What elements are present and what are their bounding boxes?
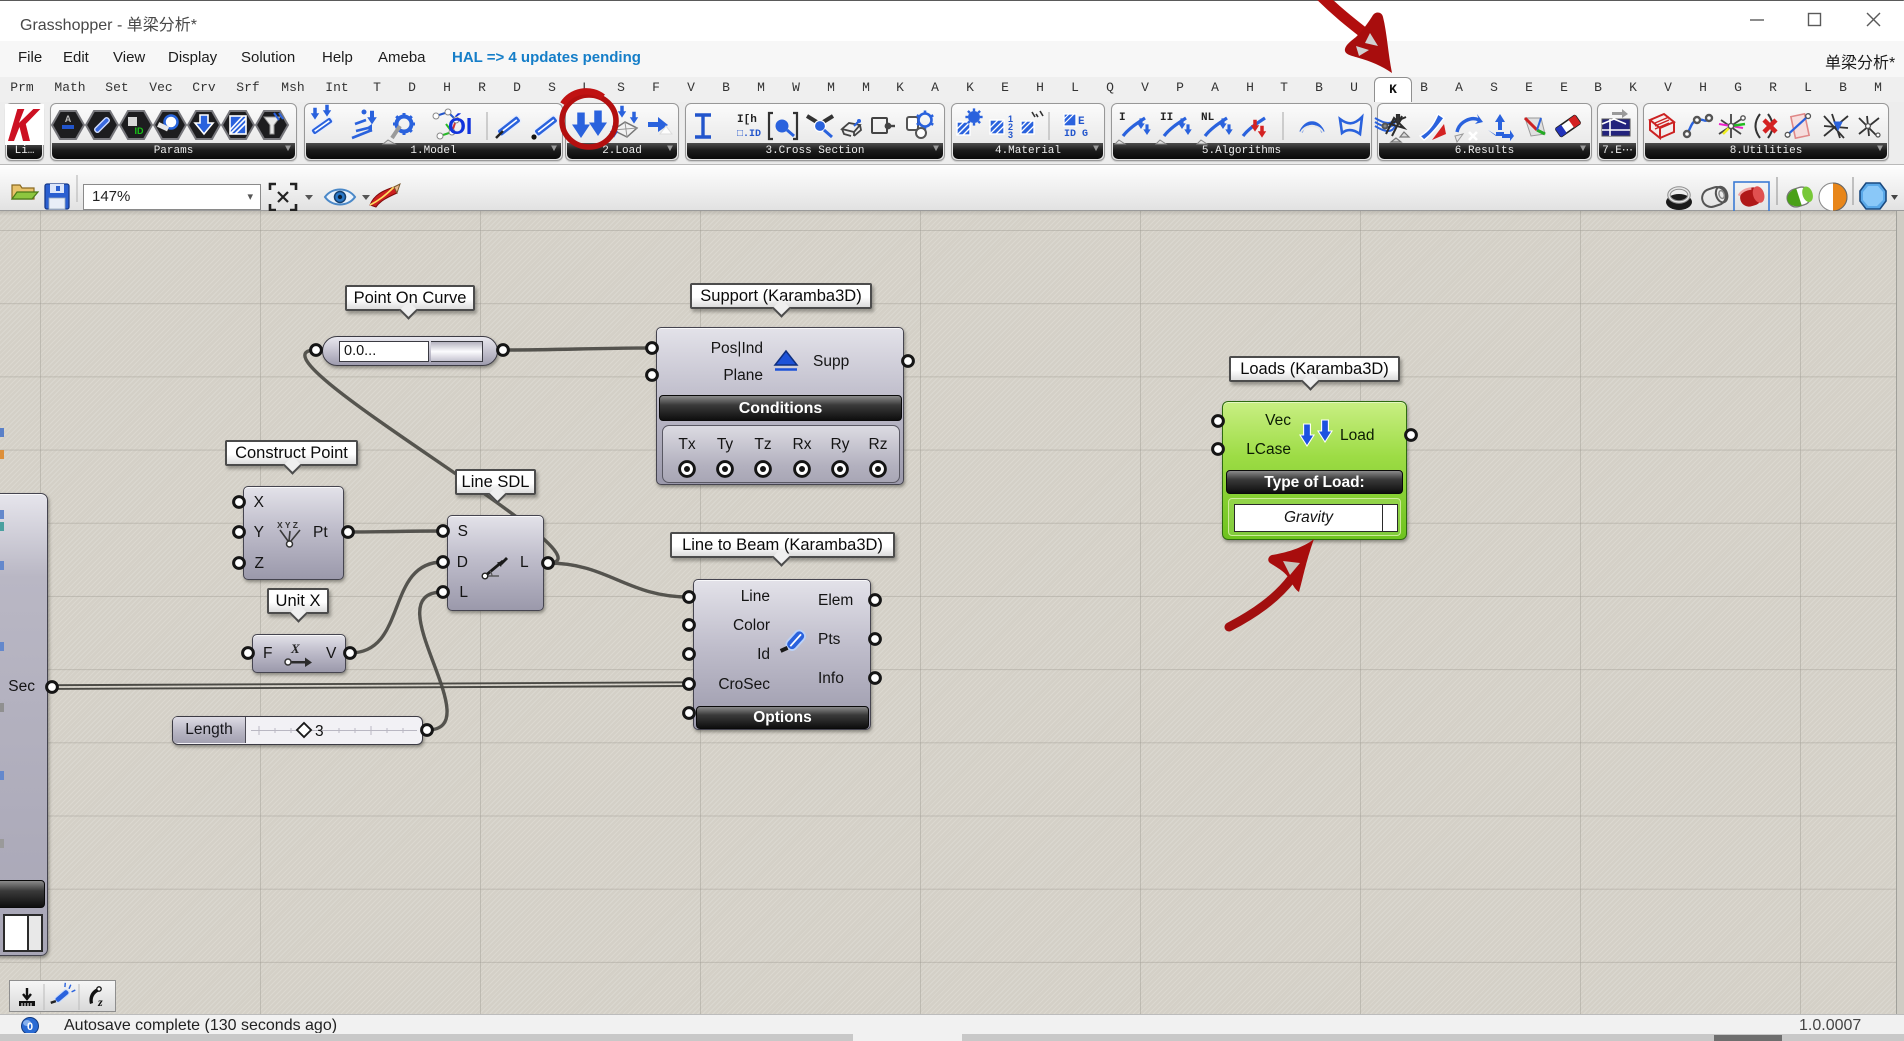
svg-text:E: E (1078, 116, 1085, 128)
svg-text:ID G: ID G (1064, 129, 1088, 140)
svg-text:NL: NL (1201, 112, 1215, 124)
svg-text:3: 3 (1008, 130, 1013, 140)
svg-text:0: 0 (27, 1021, 33, 1033)
svg-text:I[h: I[h (737, 114, 757, 126)
svg-text:□.ID: □.ID (737, 129, 761, 140)
svg-text:ID: ID (135, 126, 145, 136)
svg-text:A: A (65, 114, 72, 124)
svg-text:II: II (1160, 112, 1173, 124)
svg-text:ÓI: ÓI (448, 112, 472, 139)
svg-text:I: I (1119, 112, 1126, 124)
